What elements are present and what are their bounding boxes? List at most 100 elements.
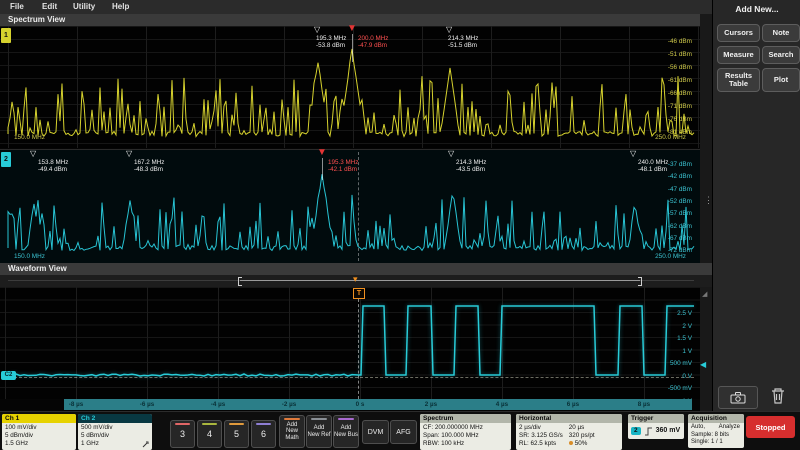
waveform-view-title: Waveform View (8, 264, 67, 273)
ch3-button[interactable]: 3 (170, 420, 195, 448)
spectrum-marker[interactable]: ▽ (448, 150, 454, 158)
ch1-badge-label: Ch 1 (2, 414, 76, 423)
marker-label: 240.0 MHz-48.1 dBm (638, 159, 668, 173)
bus-color-dash (338, 418, 354, 420)
spectrum-marker[interactable]: ▽ (630, 150, 636, 158)
y-axis-label: 1 V (642, 348, 692, 355)
waveform-trace-ch2 (0, 287, 700, 399)
menu-edit[interactable]: Edit (42, 2, 57, 11)
right-panel: Add New... Cursors Note Measure Search R… (712, 0, 800, 412)
acquisition-analyze: Analyze (719, 424, 740, 432)
rbw-value: RBW: 100 kHz (423, 440, 509, 448)
ch2-scale: 500 mV/div (81, 424, 150, 432)
y-axis-label: -42 dBm (632, 173, 692, 180)
ch1-spectrum-scale: 5 dBm/div (5, 432, 74, 440)
run-stop-status-button[interactable]: Stopped (746, 416, 795, 438)
waveform-plot[interactable]: T 2.5 V 2 V 1.5 V 1 V 500 mV 0 V -500 mV… (0, 287, 700, 399)
spectrum-plot-ch2[interactable]: 2 -37 dBm -42 dBm -47 dBm -52 dBm -57 dB… (0, 149, 700, 263)
menu-utility[interactable]: Utility (73, 2, 95, 11)
ch2-badge[interactable]: Ch 2 500 mV/div 5 dBm/div 1 GHz (78, 414, 152, 450)
y-axis-label: 2.5 V (642, 310, 692, 317)
cursors-button[interactable]: Cursors (717, 24, 760, 42)
center-frequency-value: CF: 200.000000 MHz (423, 424, 509, 432)
rising-edge-icon (644, 427, 653, 436)
clear-trash-button[interactable] (764, 383, 792, 409)
ch6-button[interactable]: 6 (251, 420, 276, 448)
y-axis-label: -66 dBm (632, 90, 692, 97)
freq-start-label: 150.0 MHz (14, 253, 45, 260)
add-new-bus-button[interactable]: Add New Bus (333, 415, 359, 448)
y-axis-label: -67 dBm (632, 235, 692, 242)
ch4-button[interactable]: 4 (197, 420, 222, 448)
time-label: -8 µs (69, 401, 83, 408)
menu-file[interactable]: File (10, 2, 24, 11)
measure-button[interactable]: Measure (717, 46, 760, 64)
ch3-color-dash (175, 423, 190, 425)
horizontal-badge-title: Horizontal (516, 414, 622, 423)
note-button[interactable]: Note (762, 24, 800, 42)
spectrum-marker[interactable]: ▽ (446, 26, 452, 34)
waveform-overview-bar[interactable]: ▾ (0, 275, 712, 287)
freq-start-label: 150.0 MHz (14, 134, 45, 141)
reference-marker-label: 200.0 MHz-47.9 dBm (358, 35, 388, 49)
marker-label: 167.2 MHz-48.3 dBm (134, 159, 164, 173)
dvm-button[interactable]: DVM (362, 420, 389, 444)
trigger-flag[interactable]: T (353, 288, 365, 299)
panel-splitter[interactable]: ⋮ ◢ ◀ (700, 14, 712, 411)
plot-button[interactable]: Plot (762, 68, 800, 92)
camera-icon (730, 392, 746, 404)
waveform-ch2-handle[interactable]: C2 (1, 371, 16, 380)
ch1-bandwidth: 1.5 GHz (5, 440, 74, 448)
y-axis-label: -47 dBm (632, 186, 692, 193)
trigger-position-line (358, 299, 359, 399)
spectrum-badge[interactable]: Spectrum CF: 200.000000 MHz Span: 100.00… (420, 414, 511, 450)
ch5-button[interactable]: 5 (224, 420, 249, 448)
ch6-color-dash (256, 423, 271, 425)
time-label: -4 µs (211, 401, 225, 408)
acquisition-badge[interactable]: Acquisition Auto, Analyze Sample: 8 bits… (688, 414, 744, 448)
probe-icon (142, 441, 149, 448)
y-axis-label: -56 dBm (632, 64, 692, 71)
ch1-scale: 100 mV/div (5, 424, 74, 432)
trigger-badge[interactable]: Trigger 2 360 mV (628, 414, 684, 439)
time-label: 0 s (356, 401, 365, 408)
marker-stem (322, 158, 323, 180)
spectrum-marker[interactable]: ▽ (30, 150, 36, 158)
time-label: 6 µs (567, 401, 579, 408)
menu-help[interactable]: Help (112, 2, 129, 11)
acquisition-sample: Sample: 8 bits (691, 432, 742, 440)
y-axis-label: -71 dBm (632, 103, 692, 110)
trigger-source-chip: 2 (631, 427, 641, 435)
add-new-math-button[interactable]: Add New Math (279, 415, 305, 448)
ch1-badge[interactable]: Ch 1 100 mV/div 5 dBm/div 1.5 GHz (2, 414, 76, 450)
trigger-level-arrow-icon[interactable]: ◀ (700, 360, 706, 369)
collapse-arrow-icon[interactable]: ◢ (702, 290, 707, 298)
freq-stop-label: 250.0 MHz (655, 134, 686, 141)
time-label: 2 µs (425, 401, 437, 408)
reference-marker[interactable]: ▼ (317, 148, 327, 158)
ch2-spectrum-scale: 5 dBm/div (81, 432, 150, 440)
trigger-position-icon[interactable]: ▾ (353, 274, 358, 284)
overview-right-bracket[interactable] (638, 277, 642, 286)
y-axis-label: -51 dBm (632, 51, 692, 58)
ch5-color-dash (229, 423, 244, 425)
spectrum-ch1-handle[interactable]: 1 (1, 28, 11, 43)
marker-label: 153.8 MHz-49.4 dBm (38, 159, 68, 173)
overview-window[interactable] (240, 280, 640, 281)
spectrum-ch2-handle[interactable]: 2 (1, 152, 11, 167)
add-new-ref-button[interactable]: Add New Ref (306, 415, 332, 448)
screenshot-button[interactable] (718, 386, 758, 409)
reference-marker[interactable]: ▼ (347, 24, 357, 34)
horizontal-badge[interactable]: Horizontal 2 µs/div SR: 3.125 GS/s RL: 6… (516, 414, 622, 450)
overview-left-bracket[interactable] (238, 277, 242, 286)
reference-marker-label: 195.3 MHz-42.1 dBm (328, 159, 358, 173)
afg-button[interactable]: AFG (390, 420, 417, 444)
spectrum-marker[interactable]: ▽ (314, 26, 320, 34)
sample-rate: SR: 3.125 GS/s (519, 432, 563, 440)
marker-label: 214.3 MHz-51.5 dBm (448, 35, 478, 49)
results-table-button[interactable]: Results Table (717, 68, 760, 92)
spectrum-marker[interactable]: ▽ (126, 150, 132, 158)
time-label: -2 µs (282, 401, 296, 408)
spectrum-plot-ch1[interactable]: 1 -46 dBm -51 dBm -56 dBm -61 dBm -66 dB… (0, 26, 700, 148)
search-button[interactable]: Search (762, 46, 800, 64)
